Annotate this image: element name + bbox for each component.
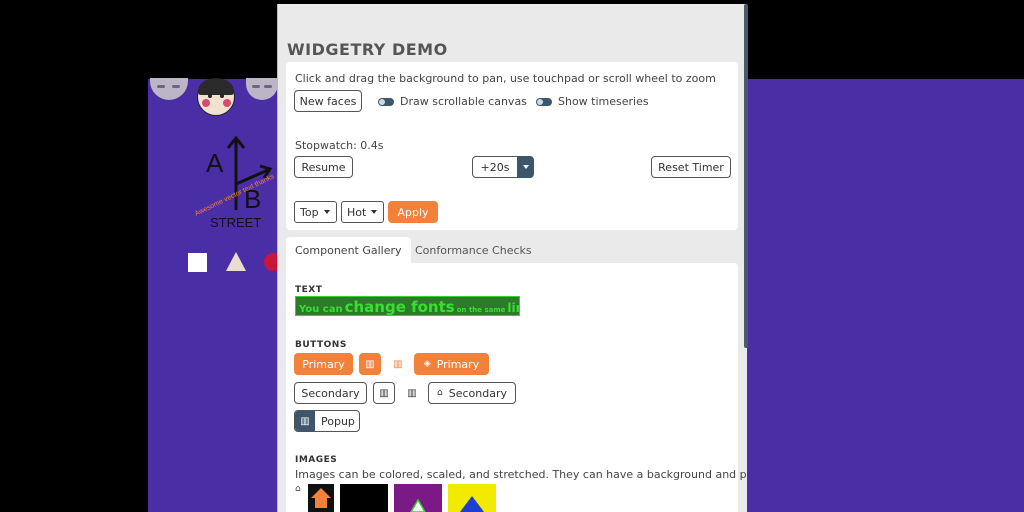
secondary-map-icon-plain[interactable]: ▥	[402, 382, 422, 404]
resume-button[interactable]: Resume	[294, 156, 353, 178]
dropdown-2-value: Hot	[347, 205, 367, 219]
plus20-dropdown-button[interactable]	[517, 156, 534, 178]
dropdown-1-value: Top	[300, 205, 319, 219]
tab-conformance-checks[interactable]: Conformance Checks	[406, 237, 541, 263]
home-icon	[311, 488, 331, 508]
home-icon: ⌂	[295, 484, 301, 494]
toggle-switch-icon	[378, 97, 394, 106]
street-word: STREET	[210, 215, 261, 230]
toggle-switch-icon	[536, 97, 552, 106]
popup-button[interactable]: ▥ Popup	[294, 410, 360, 432]
reset-timer-button[interactable]: Reset Timer	[651, 156, 731, 178]
demo-panel: WIDGETRY DEMO Click and drag the backgro…	[277, 4, 747, 512]
new-faces-button[interactable]: New faces	[294, 90, 362, 112]
toggle-timeseries-label: Show timeseries	[558, 95, 649, 108]
secondary-icon-label-button[interactable]: ⌂ Secondary	[428, 382, 516, 404]
app-root: A B STREET Awesome vector text thanks WI…	[0, 0, 1024, 512]
street-letter-a: A	[206, 148, 224, 178]
white-square	[188, 253, 207, 272]
primary-map-icon-plain[interactable]: ▥	[388, 353, 408, 375]
font-demo-part: line!	[507, 301, 519, 315]
home-icon: ⌂	[437, 388, 443, 398]
primary-button[interactable]: Primary	[294, 353, 353, 375]
sort-dropdown-1[interactable]: Top	[294, 201, 337, 223]
text-heading: TEXT	[295, 285, 323, 295]
font-demo-part: change fonts	[344, 298, 455, 316]
toggle-show-timeseries[interactable]: Show timeseries	[536, 95, 649, 108]
plus20-button[interactable]: +20s	[472, 156, 518, 178]
panel-title: WIDGETRY DEMO	[287, 40, 448, 59]
images-heading: IMAGES	[295, 455, 338, 465]
image-black-stretched	[340, 484, 388, 512]
triangle-icon	[460, 496, 484, 512]
primary-icon-label-button[interactable]: ◈ Primary	[414, 353, 489, 375]
beige-triangle	[226, 252, 246, 271]
map-icon: ▥	[379, 387, 389, 399]
map-icon: ▥	[393, 358, 403, 370]
instructions-text: Click and drag the background to pan, us…	[295, 72, 716, 85]
caret-down-icon	[323, 210, 330, 214]
map-icon: ▥	[295, 411, 315, 431]
triangle-icon	[410, 498, 426, 512]
toggle-scrollable-label: Draw scrollable canvas	[400, 95, 527, 108]
stopwatch-text: Stopwatch: 0.4s	[295, 139, 384, 152]
image-home-orange	[308, 484, 334, 512]
map-icon: ▥	[407, 387, 417, 399]
street-logo: A B STREET Awesome vector text thanks	[194, 135, 276, 230]
toggle-scrollable-canvas[interactable]: Draw scrollable canvas	[378, 95, 527, 108]
apply-button[interactable]: Apply	[388, 201, 438, 223]
secondary-map-icon-button[interactable]: ▥	[373, 382, 395, 404]
location-icon: ◈	[423, 359, 431, 369]
font-demo-part: You can	[299, 304, 343, 315]
secondary-icon-label: Secondary	[448, 386, 507, 400]
popup-label: Popup	[321, 414, 355, 428]
image-purple	[394, 484, 442, 512]
image-yellow	[448, 484, 496, 512]
font-demo-text: You can change fonts on the same line!	[295, 296, 520, 316]
primary-map-icon-button[interactable]: ▥	[359, 353, 381, 375]
sort-dropdown-2[interactable]: Hot	[341, 201, 384, 223]
images-description: Images can be colored, scaled, and stret…	[295, 468, 747, 481]
map-icon: ▥	[365, 358, 375, 370]
tab-component-gallery[interactable]: Component Gallery	[286, 237, 411, 263]
chevron-down-icon	[522, 165, 529, 169]
buttons-heading: BUTTONS	[295, 340, 347, 350]
caret-down-icon	[371, 210, 378, 214]
panel-scrollbar[interactable]	[744, 4, 748, 348]
font-demo-part: on the same	[456, 306, 506, 314]
face-center	[197, 78, 235, 116]
primary-icon-label: Primary	[436, 357, 480, 371]
secondary-button[interactable]: Secondary	[294, 382, 367, 404]
